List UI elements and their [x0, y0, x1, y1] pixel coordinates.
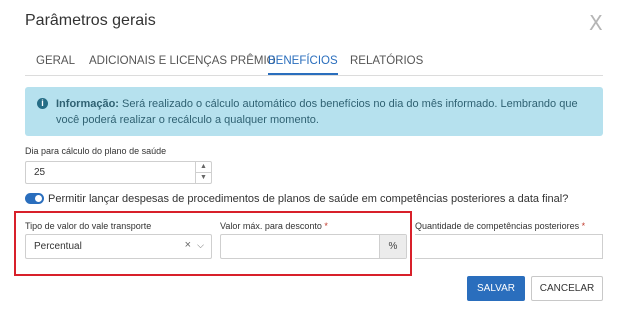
- plano-day-value: 25: [34, 167, 46, 178]
- toggle-switch[interactable]: [25, 193, 44, 204]
- increment-icon[interactable]: ▲: [196, 162, 211, 173]
- save-button[interactable]: SALVAR: [467, 276, 525, 301]
- vale-label: Tipo de valor do vale transporte: [25, 221, 152, 231]
- chevron-down-icon[interactable]: ⌵: [197, 240, 204, 251]
- tab-relatorios[interactable]: RELATÓRIOS: [350, 47, 423, 74]
- tab-bar: GERAL ADICIONAIS E LICENÇAS PRÊMIO BENEF…: [25, 47, 603, 76]
- tab-adicionais[interactable]: ADICIONAIS E LICENÇAS PRÊMIO: [89, 47, 276, 74]
- cancel-button[interactable]: CANCELAR: [531, 276, 603, 301]
- decrement-icon[interactable]: ▼: [196, 173, 211, 183]
- percent-addon: %: [379, 235, 406, 258]
- tab-beneficios[interactable]: BENEFÍCIOS: [268, 47, 338, 75]
- close-icon[interactable]: X: [589, 11, 603, 35]
- quantidade-label-text: Quantidade de competências posteriores: [415, 221, 580, 231]
- required-mark: *: [324, 221, 328, 231]
- vale-value: Percentual: [34, 241, 82, 252]
- desconto-label-text: Valor máx. para desconto: [220, 221, 322, 231]
- tab-geral[interactable]: GERAL: [36, 47, 75, 74]
- quantidade-input[interactable]: [415, 234, 603, 259]
- required-mark: *: [581, 221, 586, 231]
- vale-select[interactable]: Percentual × ⌵: [25, 234, 212, 259]
- plano-label: Dia para cálculo do plano de saúde: [25, 146, 167, 156]
- quantidade-label: Quantidade de competências posteriores *: [415, 221, 585, 231]
- desconto-input[interactable]: %: [220, 234, 407, 259]
- toggle-label: Permitir lançar despesas de procedimento…: [48, 193, 569, 205]
- desconto-label: Valor máx. para desconto *: [220, 221, 328, 231]
- dialog-title: Parâmetros gerais: [25, 12, 156, 29]
- info-title: Informação:: [56, 98, 119, 110]
- info-message: Informação: Será realizado o cálculo aut…: [56, 96, 595, 128]
- info-icon: i: [37, 98, 48, 109]
- plano-day-input[interactable]: 25 ▲ ▼: [25, 161, 212, 184]
- spinner: ▲ ▼: [195, 162, 211, 183]
- info-body: Será realizado o cálculo automático dos …: [56, 98, 578, 126]
- clear-icon[interactable]: ×: [185, 239, 191, 251]
- info-alert: i Informação: Será realizado o cálculo a…: [25, 87, 603, 136]
